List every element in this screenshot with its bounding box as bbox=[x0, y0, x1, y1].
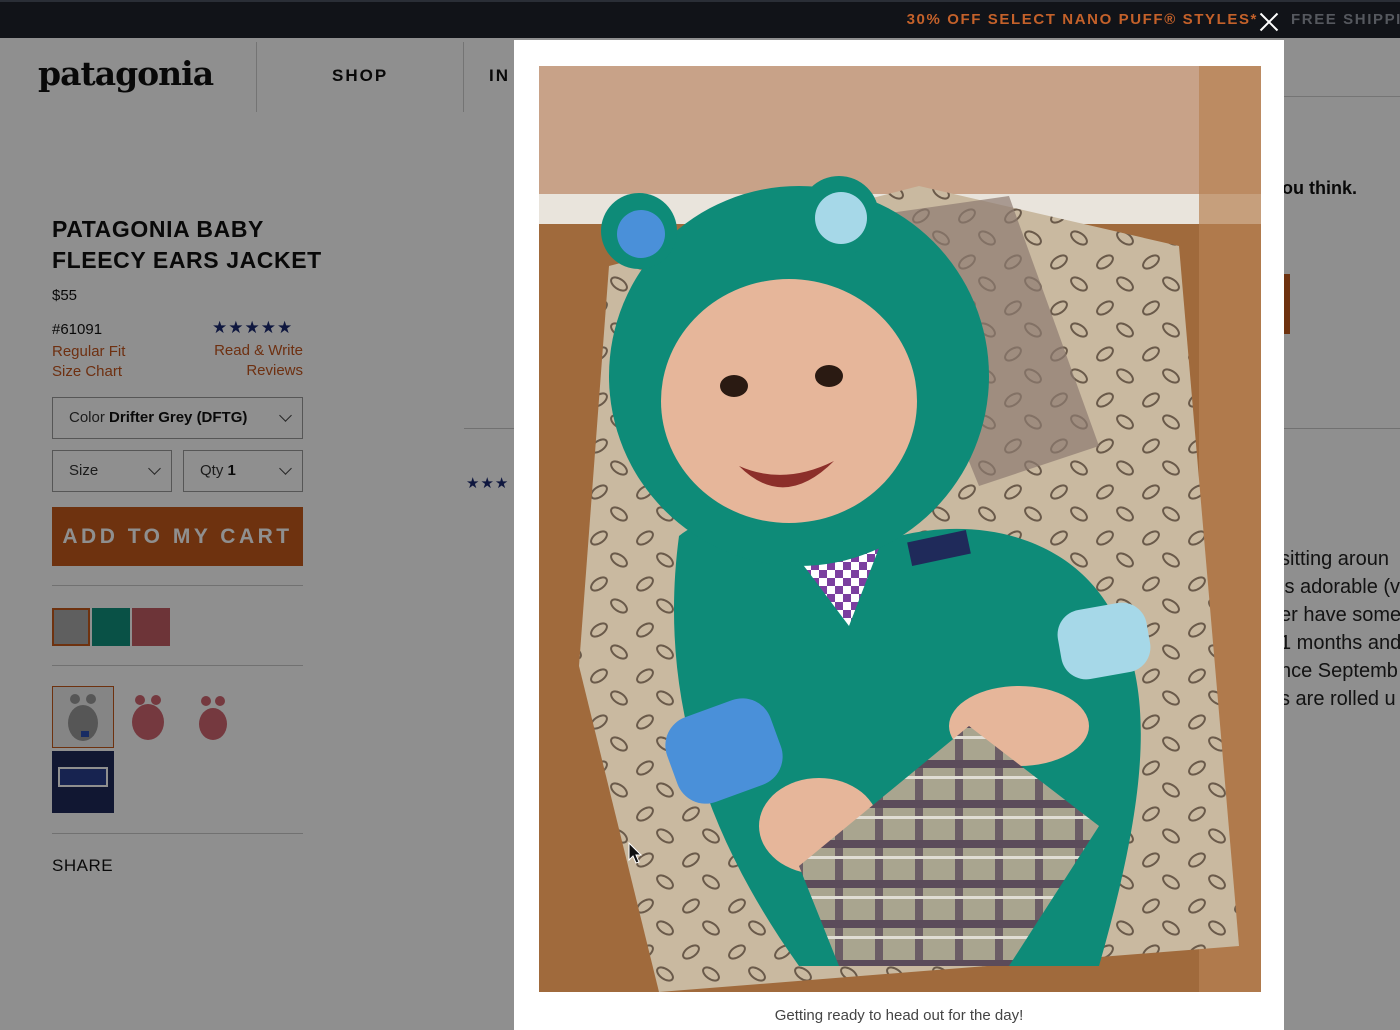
customer-photo-illustration bbox=[539, 66, 1261, 992]
customer-photo bbox=[539, 66, 1261, 992]
close-icon[interactable] bbox=[1256, 9, 1282, 35]
photo-caption: Getting ready to head out for the day! bbox=[774, 1007, 1024, 1024]
photo-lightbox: Getting ready to head out for the day! bbox=[514, 40, 1284, 1030]
promo-bar: 30% OFF SELECT NANO PUFF® STYLES* FREE S… bbox=[0, 0, 1400, 38]
mouse-cursor-icon bbox=[628, 842, 643, 864]
promo-message[interactable]: 30% OFF SELECT NANO PUFF® STYLES* bbox=[907, 11, 1258, 28]
promo-shipping[interactable]: FREE SHIPPIN bbox=[1291, 11, 1400, 28]
